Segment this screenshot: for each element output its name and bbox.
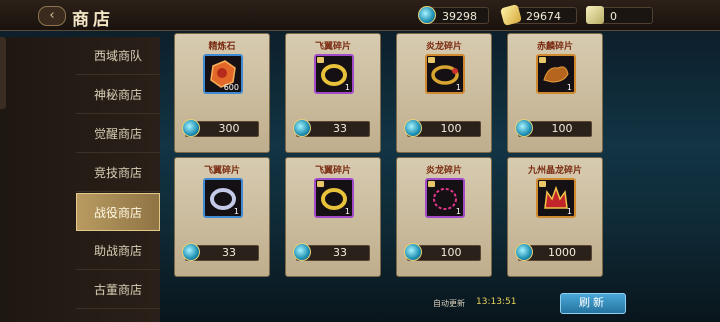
gem-icon [293,119,311,137]
sidebar-item-assist-shop[interactable]: 助战商店 [76,232,160,270]
shop-item-card[interactable]: 精炼石 600 300 [174,33,270,153]
price-bar: 1000 [515,243,592,261]
sidebar-item-campaign-shop[interactable]: 战役商店 [76,193,160,231]
pink-bracelet-icon: 1 [425,178,465,218]
gem-icon [182,243,200,261]
sidebar-item-awaken-shop[interactable]: 觉醒商店 [76,115,160,153]
sidebar-item-antique-shop[interactable]: 古董商店 [76,271,160,309]
crown-fragment-icon: 1 [536,178,576,218]
gold-bracelet-icon: 1 [425,54,465,94]
price-bar: 33 [293,243,370,261]
gold-value: 29674 [526,10,561,23]
gold-ring-icon: 1 [314,178,354,218]
refine-stone-icon: 600 [203,54,243,94]
item-name: 飞翼碎片 [203,166,240,176]
item-price: 100 [440,122,462,135]
item-price: 100 [551,122,573,135]
item-name: 精炼石 [208,42,236,52]
auto-refresh-label: 自动更新 [433,299,465,308]
page-title: 商店 [72,10,114,30]
item-name: 九州晶龙碎片 [527,166,582,176]
auto-refresh-timer: 13:13:51 [476,297,517,307]
item-name: 炎龙碎片 [425,166,462,176]
item-name: 飞翼碎片 [314,166,351,176]
refresh-button[interactable]: 刷新 [560,293,626,314]
gem-icon [515,119,533,137]
item-price: 1000 [548,246,576,259]
shop-item-card[interactable]: 炎龙碎片 1 100 [396,157,492,277]
gem-icon [515,243,533,261]
sidebar-handle [0,37,6,109]
price-bar: 33 [182,243,259,261]
sidebar-item-mystery-shop[interactable]: 神秘商店 [76,76,160,114]
sidebar-item-arena-shop[interactable]: 竞技商店 [76,154,160,192]
item-price: 300 [218,122,240,135]
shop-item-card[interactable]: 飞翼碎片 1 33 [174,157,270,277]
sidebar-item-western-caravan[interactable]: 西域商队 [76,37,160,75]
shop-item-card[interactable]: 九州晶龙碎片 1 1000 [507,157,603,277]
scroll-counter: 0 [586,6,653,24]
item-price: 100 [440,246,462,259]
item-name: 炎龙碎片 [425,42,462,52]
shop-item-card[interactable]: 赤麟碎片 1 100 [507,33,603,153]
gem-value: 39298 [442,10,477,23]
gold-ring-icon: 1 [314,54,354,94]
fragment-tag-icon [317,57,324,63]
gold-icon [499,3,523,27]
shop-item-card[interactable]: 炎龙碎片 1 100 [396,33,492,153]
item-price: 33 [222,246,236,259]
gem-counter: 39298 [418,6,489,24]
fragment-tag-icon [317,181,324,187]
scroll-icon [586,6,604,24]
item-price: 33 [333,122,347,135]
shop-item-card[interactable]: 飞翼碎片 1 33 [285,157,381,277]
top-bar: ‹ 商店 39298 29674 0 [0,0,720,31]
fragment-tag-icon [428,181,435,187]
price-bar: 100 [515,119,592,137]
gem-icon [404,243,422,261]
price-bar: 100 [404,119,481,137]
beast-fragment-icon: 1 [536,54,576,94]
gold-counter: 29674 [499,3,577,27]
item-name: 飞翼碎片 [314,42,351,52]
gem-icon [182,119,200,137]
item-name: 赤麟碎片 [536,42,573,52]
shop-item-card[interactable]: 飞翼碎片 1 33 [285,33,381,153]
gem-icon [293,243,311,261]
item-price: 33 [333,246,347,259]
gem-icon [404,119,422,137]
price-bar: 100 [404,243,481,261]
gem-icon [418,6,436,24]
price-bar: 300 [182,119,259,137]
back-arrow-icon[interactable]: ‹ [38,6,66,26]
fragment-tag-icon [428,57,435,63]
silver-ring-icon: 1 [203,178,243,218]
scroll-value: 0 [610,10,617,23]
fragment-tag-icon [539,181,546,187]
price-bar: 33 [293,119,370,137]
fragment-tag-icon [539,57,546,63]
